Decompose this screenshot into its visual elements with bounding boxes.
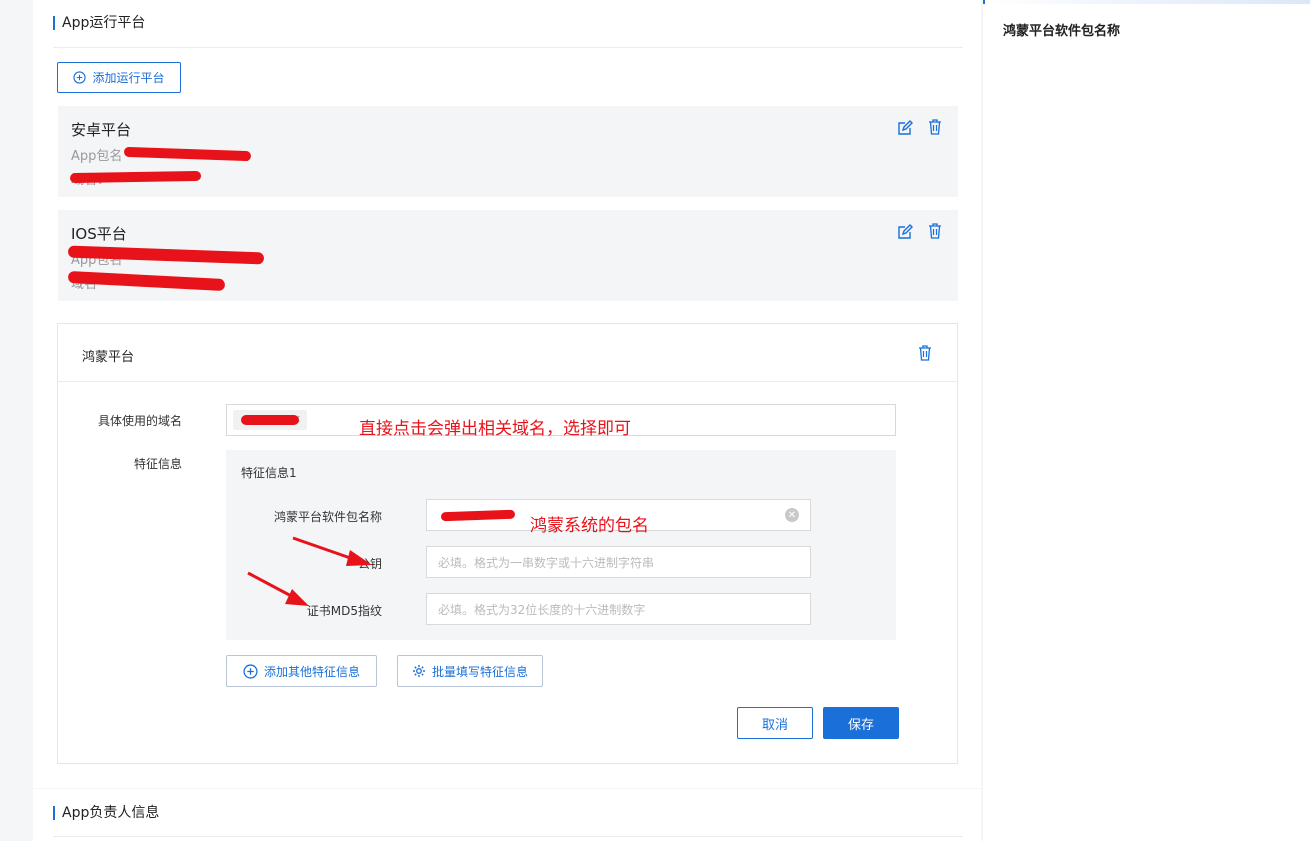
plus-circle-icon xyxy=(243,663,258,679)
arrow-icon xyxy=(292,536,372,566)
annotation-arrows xyxy=(247,536,372,606)
section-title-owner: App负责人信息 xyxy=(53,806,159,820)
add-feature-button[interactable]: 添加其他特征信息 xyxy=(226,655,377,687)
batch-fill-label: 批量填写特征信息 xyxy=(431,664,528,679)
arrow-icon xyxy=(247,571,309,606)
gear-icon xyxy=(412,665,425,677)
section-gap xyxy=(33,788,981,789)
section-divider xyxy=(53,836,963,837)
add-feature-label: 添加其他特征信息 xyxy=(263,664,360,679)
cancel-button[interactable]: 取消 xyxy=(737,707,813,739)
save-button[interactable]: 保存 xyxy=(823,707,899,739)
batch-fill-button[interactable]: 批量填写特征信息 xyxy=(397,655,543,687)
